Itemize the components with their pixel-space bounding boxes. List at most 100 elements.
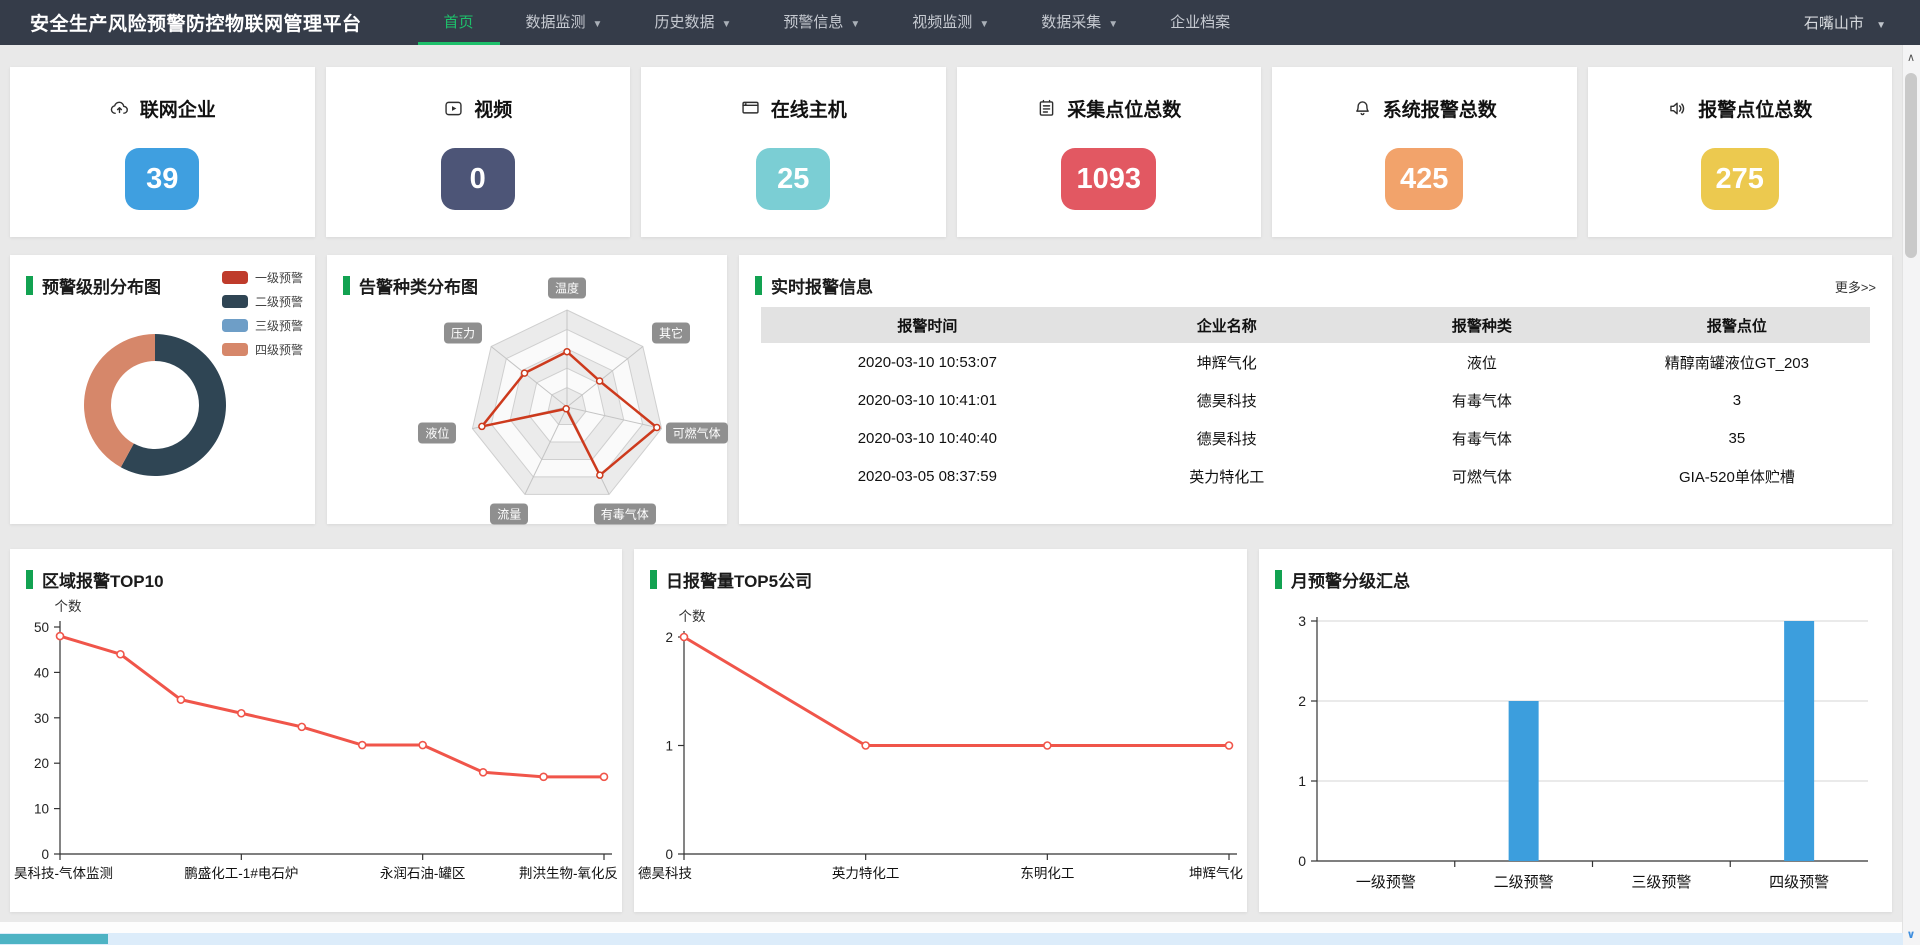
alarm-kind-panel: 告警种类分布图 温度其它可燃气体有毒气体流量液位压力 (327, 255, 727, 524)
svg-text:1: 1 (1298, 773, 1306, 789)
alarm-table-header-cell: 报警种类 (1360, 315, 1604, 336)
svg-text:50: 50 (34, 620, 49, 635)
stat-card-value: 0 (441, 148, 515, 210)
svg-text:10: 10 (34, 802, 49, 817)
nav-item-3[interactable]: 预警信息▼ (757, 0, 886, 45)
svg-text:2: 2 (1298, 693, 1306, 709)
alarm-table-row[interactable]: 2020-03-10 10:41:01德昊科技有毒气体3 (761, 381, 1870, 419)
alarm-level-panel: 预警级别分布图 一级预警二级预警三级预警四级预警 (10, 255, 315, 524)
alarm-table-header-cell: 报警时间 (761, 315, 1094, 336)
panel-title: 告警种类分布图 (343, 273, 478, 298)
panel-title: 预警级别分布图 (26, 273, 161, 298)
bell-icon (1352, 98, 1373, 119)
chevron-down-icon: ▼ (721, 19, 731, 30)
cloud-upload-icon (109, 98, 130, 119)
bottom-band (0, 922, 1903, 933)
panel-title: 日报警量TOP5公司 (650, 567, 812, 592)
alarm-table-header: 报警时间企业名称报警种类报警点位 (761, 307, 1870, 343)
alarm-table-row[interactable]: 2020-03-10 10:53:07坤辉气化液位精醇南罐液位GT_203 (761, 343, 1870, 381)
legend-item[interactable]: 二级预警 (222, 293, 303, 310)
svg-text:个数: 个数 (679, 609, 707, 624)
nav-item-home[interactable]: 首页 (418, 0, 500, 45)
title-bar-icon (1275, 570, 1282, 589)
radar-axis-label: 液位 (418, 423, 456, 444)
alarm-table-cell: 液位 (1360, 352, 1604, 373)
svg-text:一级预警: 一级预警 (1356, 874, 1416, 891)
stat-card: 报警点位总数275 (1588, 67, 1893, 237)
vertical-scrollbar[interactable]: ∧ ∨ (1902, 45, 1920, 945)
stat-card: 系统报警总数425 (1272, 67, 1577, 237)
svg-text:20: 20 (34, 756, 49, 771)
vertical-scrollbar-thumb[interactable] (1905, 73, 1917, 258)
stat-card: 视频 0 (326, 67, 631, 237)
nav-item-6[interactable]: 企业档案 (1144, 0, 1256, 45)
horizontal-scrollbar[interactable] (0, 933, 1903, 945)
top-nav: 安全生产风险预警防控物联网管理平台 首页数据监测▼历史数据▼预警信息▼视频监测▼… (0, 0, 1920, 45)
title-bar-icon (755, 276, 762, 295)
svg-text:坤辉气化: 坤辉气化 (1189, 866, 1243, 881)
monitor-icon (740, 98, 761, 119)
nav-item-label: 数据采集 (1041, 14, 1101, 31)
nav-item-label: 数据监测 (526, 14, 586, 31)
legend-item[interactable]: 一级预警 (222, 269, 303, 286)
clipboard-icon (1036, 98, 1057, 119)
panel-title-text: 日报警量TOP5公司 (666, 567, 812, 592)
stat-card-label: 系统报警总数 (1383, 95, 1497, 122)
alarm-table-header-cell: 企业名称 (1094, 315, 1360, 336)
radar-axis-label: 温度 (548, 278, 586, 299)
alarm-table-cell: 2020-03-05 08:37:59 (761, 468, 1094, 485)
radar-axis-label: 有毒气体 (594, 504, 656, 525)
stat-card-head: 联网企业 (109, 95, 216, 122)
realtime-alarm-panel: 实时报警信息 更多>> 报警时间企业名称报警种类报警点位2020-03-10 1… (739, 255, 1892, 524)
alarm-table-cell: 2020-03-10 10:40:40 (761, 430, 1094, 447)
radar-axis-label: 可燃气体 (666, 423, 728, 444)
svg-text:昊科技-气体监测: 昊科技-气体监测 (14, 866, 113, 881)
horizontal-scrollbar-thumb[interactable] (0, 934, 108, 944)
nav-item-label: 视频监测 (912, 14, 972, 31)
scroll-down-icon[interactable]: ∨ (1903, 928, 1919, 941)
alarm-table-cell: 有毒气体 (1360, 428, 1604, 449)
stat-card-value: 1093 (1061, 148, 1156, 210)
svg-text:四级预警: 四级预警 (1769, 874, 1829, 891)
svg-text:鹏盛化工-1#电石炉: 鹏盛化工-1#电石炉 (184, 866, 298, 881)
stat-card-value: 39 (125, 148, 199, 210)
legend-label: 四级预警 (255, 341, 303, 358)
chevron-down-icon: ▼ (1876, 20, 1886, 31)
alarm-table-row[interactable]: 2020-03-05 08:37:59英力特化工可燃气体GIA-520单体贮槽 (761, 457, 1870, 495)
stat-card: 联网企业 39 (10, 67, 315, 237)
monthly-level-bar-chart: 0123一级预警二级预警三级预警四级预警 (1259, 549, 1892, 912)
legend-item[interactable]: 三级预警 (222, 317, 303, 334)
nav-item-2[interactable]: 历史数据▼ (628, 0, 757, 45)
region-top10-panel: 区域报警TOP10 01020304050个数昊科技-气体监测鹏盛化工-1#电石… (10, 549, 622, 912)
radar-axis-label: 流量 (490, 504, 528, 525)
nav-item-4[interactable]: 视频监测▼ (886, 0, 1015, 45)
chevron-down-icon: ▼ (850, 19, 860, 30)
legend-item[interactable]: 四级预警 (222, 341, 303, 358)
alarm-table-header-cell: 报警点位 (1604, 315, 1870, 336)
scroll-up-icon[interactable]: ∧ (1903, 51, 1919, 64)
stat-card-label: 采集点位总数 (1067, 95, 1181, 122)
stat-card: 在线主机25 (641, 67, 946, 237)
legend-label: 二级预警 (255, 293, 303, 310)
radar-axis-label: 其它 (652, 322, 690, 343)
region-selector[interactable]: 石嘴山市 ▼ (1804, 12, 1886, 33)
stat-card-head: 采集点位总数 (1036, 95, 1181, 122)
alarm-table-cell: 精醇南罐液位GT_203 (1604, 352, 1870, 373)
alarm-table-cell: 35 (1604, 430, 1870, 447)
alarm-table-cell: 德昊科技 (1094, 428, 1360, 449)
svg-text:0: 0 (665, 847, 673, 862)
donut-legend: 一级预警二级预警三级预警四级预警 (222, 269, 303, 358)
more-link[interactable]: 更多>> (1835, 277, 1876, 296)
alarm-table-cell: 有毒气体 (1360, 390, 1604, 411)
stat-card-label: 视频 (474, 95, 512, 122)
stat-card-label: 报警点位总数 (1698, 95, 1812, 122)
panel-title: 实时报警信息 (755, 273, 873, 298)
stat-card-head: 系统报警总数 (1352, 95, 1497, 122)
region-label: 石嘴山市 (1804, 15, 1864, 32)
panel-title-text: 月预警分级汇总 (1291, 567, 1410, 592)
nav-item-1[interactable]: 数据监测▼ (500, 0, 629, 45)
alarm-table-row[interactable]: 2020-03-10 10:40:40德昊科技有毒气体35 (761, 419, 1870, 457)
daily-top5-panel: 日报警量TOP5公司 012个数德昊科技英力特化工东明化工坤辉气化 (634, 549, 1247, 912)
video-icon (443, 98, 464, 119)
nav-item-5[interactable]: 数据采集▼ (1015, 0, 1144, 45)
